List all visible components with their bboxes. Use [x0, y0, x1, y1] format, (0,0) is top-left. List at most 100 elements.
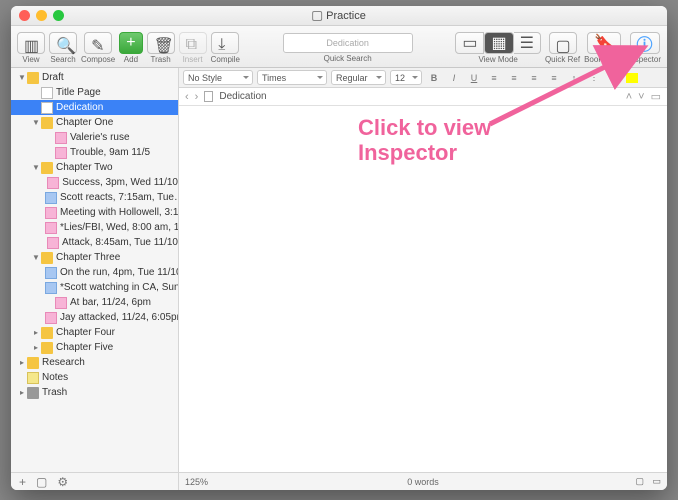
binder-row[interactable]: At bar, 11/24, 6pm [11, 295, 178, 310]
search-button[interactable]: 🔍 [49, 32, 77, 54]
style-select[interactable]: No Style [183, 70, 253, 85]
view-mode-outline[interactable]: ☰ [514, 32, 541, 54]
binder-row[interactable]: Jay attacked, 11/24, 6:05pm [11, 310, 178, 325]
trash-button[interactable]: 🗑 [147, 32, 175, 54]
binder-row[interactable]: ▸Chapter Four [11, 325, 178, 340]
weight-select[interactable]: Regular [331, 70, 386, 85]
toolbar: ▥ View 🔍 Search ✎ Compose + Add 🗑 Trash … [11, 26, 667, 68]
disclosure-icon[interactable]: ▸ [17, 358, 27, 367]
binder-row[interactable]: ▼Chapter Two [11, 160, 178, 175]
pagey-icon [27, 372, 39, 384]
search-icon: 🔍 [56, 36, 70, 50]
pagep-icon [55, 147, 67, 159]
add-doc-button[interactable]: + [19, 475, 26, 489]
binder-row[interactable]: ▸Chapter Five [11, 340, 178, 355]
disclosure-icon[interactable]: ▼ [31, 118, 41, 127]
binder-row[interactable]: Success, 3pm, Wed 11/10 [11, 175, 178, 190]
add-label: Add [124, 55, 138, 64]
align-right-button[interactable]: ≡ [526, 70, 542, 85]
highlight-button[interactable] [626, 73, 638, 83]
status-icon-1[interactable]: ▢ [635, 476, 644, 486]
zoom-level[interactable]: 125% [185, 477, 208, 487]
binder-row[interactable]: ▼Chapter Three [11, 250, 178, 265]
trash-label: Trash [151, 55, 171, 64]
folder-icon [41, 117, 53, 129]
gear-icon[interactable]: ⚙ [57, 475, 68, 489]
bookmarks-label: Bookmarks [584, 55, 624, 64]
binder-row[interactable]: Attack, 8:45am, Tue 11/10 [11, 235, 178, 250]
binder-row[interactable]: ▼Draft [11, 70, 178, 85]
add-folder-button[interactable]: ▢ [36, 475, 47, 489]
quick-ref-button[interactable]: ▢ [549, 32, 577, 54]
minimize-icon[interactable] [36, 10, 47, 21]
binder-row[interactable]: On the run, 4pm, Tue 11/10 [11, 265, 178, 280]
view-mode-doc[interactable]: ▭ [455, 32, 484, 54]
binder-row[interactable]: Trouble, 9am 11/5 [11, 145, 178, 160]
align-justify-button[interactable]: ≡ [546, 70, 562, 85]
disclosure-icon[interactable]: ▼ [31, 253, 41, 262]
binder-row[interactable]: Notes [11, 370, 178, 385]
binder-row[interactable]: Valerie's ruse [11, 130, 178, 145]
bold-button[interactable]: B [426, 70, 442, 85]
font-select[interactable]: Times [257, 70, 327, 85]
binder-row-label: Success, 3pm, Wed 11/10 [62, 177, 178, 188]
word-count[interactable]: 0 words [407, 477, 439, 487]
text-color-button[interactable]: A [606, 70, 622, 85]
format-bar: No Style Times Regular 12 B I U ≡ ≡ ≡ ≡ … [179, 68, 667, 88]
view-mode-label: View Mode [478, 55, 517, 64]
pagep-icon [45, 312, 57, 324]
binder-row[interactable]: Meeting with Hollowell, 3:1… [11, 205, 178, 220]
size-select[interactable]: 12 [390, 70, 422, 85]
inspector-label: Inspector [628, 55, 661, 64]
compile-button[interactable]: ⤓ [211, 32, 239, 54]
underline-button[interactable]: U [466, 70, 482, 85]
disclosure-icon[interactable]: ▸ [17, 388, 27, 397]
binder-row[interactable]: *Lies/FBI, Wed, 8:00 am, 1… [11, 220, 178, 235]
split-button[interactable]: ▭ [651, 90, 661, 103]
binder-row[interactable]: Scott reacts, 7:15am, Tue… [11, 190, 178, 205]
binder-row-label: Trash [42, 387, 67, 398]
status-icon-2[interactable]: ▭ [652, 476, 661, 486]
trash-icon: 🗑 [154, 36, 168, 50]
binder-row-label: Chapter One [56, 117, 113, 128]
bookmarks-button[interactable]: 🔖 [587, 32, 621, 54]
close-icon[interactable] [19, 10, 30, 21]
binder-row[interactable]: ▸ Trash [11, 385, 178, 400]
folder-icon [41, 252, 53, 264]
binder-row[interactable]: Title Page [11, 85, 178, 100]
insert-button[interactable]: ⧉ [179, 32, 207, 54]
binder-row[interactable]: *Scott watching in CA, Sun… [11, 280, 178, 295]
align-left-button[interactable]: ≡ [486, 70, 502, 85]
add-button[interactable]: + [119, 32, 142, 54]
binder-row[interactable]: ▸Research [11, 355, 178, 370]
binder-row[interactable]: ▼ Chapter One [11, 115, 178, 130]
disclosure-icon[interactable]: ▼ [17, 73, 27, 82]
disclosure-icon[interactable]: ▸ [31, 343, 41, 352]
nav-back-button[interactable]: ‹ [185, 91, 189, 103]
zoom-icon[interactable] [53, 10, 64, 21]
binder-row[interactable]: Dedication [11, 100, 178, 115]
pagep-icon [45, 207, 57, 219]
nav-up-button[interactable]: ˄ [626, 91, 632, 103]
disclosure-icon[interactable]: ▸ [31, 328, 41, 337]
binder-tree[interactable]: ▼DraftTitle PageDedication ▼ Chapter One Va… [11, 68, 178, 472]
italic-button[interactable]: I [446, 70, 462, 85]
disclosure-icon[interactable]: ▼ [31, 163, 41, 172]
quick-search-input[interactable]: Dedication [283, 33, 413, 53]
compose-button[interactable]: ✎ [84, 32, 112, 54]
nav-forward-button[interactable]: › [195, 91, 199, 103]
pagep-icon [55, 297, 67, 309]
view-mode-segmented[interactable]: ▭ ▦ ☰ [455, 32, 541, 54]
line-spacing-button[interactable]: ↕ [566, 70, 582, 85]
view-mode-cork[interactable]: ▦ [484, 32, 513, 54]
quick-ref-label: Quick Ref [545, 55, 580, 64]
pagep-icon [45, 222, 57, 234]
titlebar: Practice [11, 6, 667, 26]
nav-down-button[interactable]: ˅ [638, 91, 644, 103]
binder-row-label: At bar, 11/24, 6pm [70, 297, 151, 308]
breadcrumb[interactable]: Dedication [219, 91, 266, 102]
align-center-button[interactable]: ≡ [506, 70, 522, 85]
view-button[interactable]: ▥ [17, 32, 45, 54]
list-button[interactable]: ⋮ [586, 70, 602, 85]
inspector-button[interactable]: ⓘ [630, 32, 660, 54]
